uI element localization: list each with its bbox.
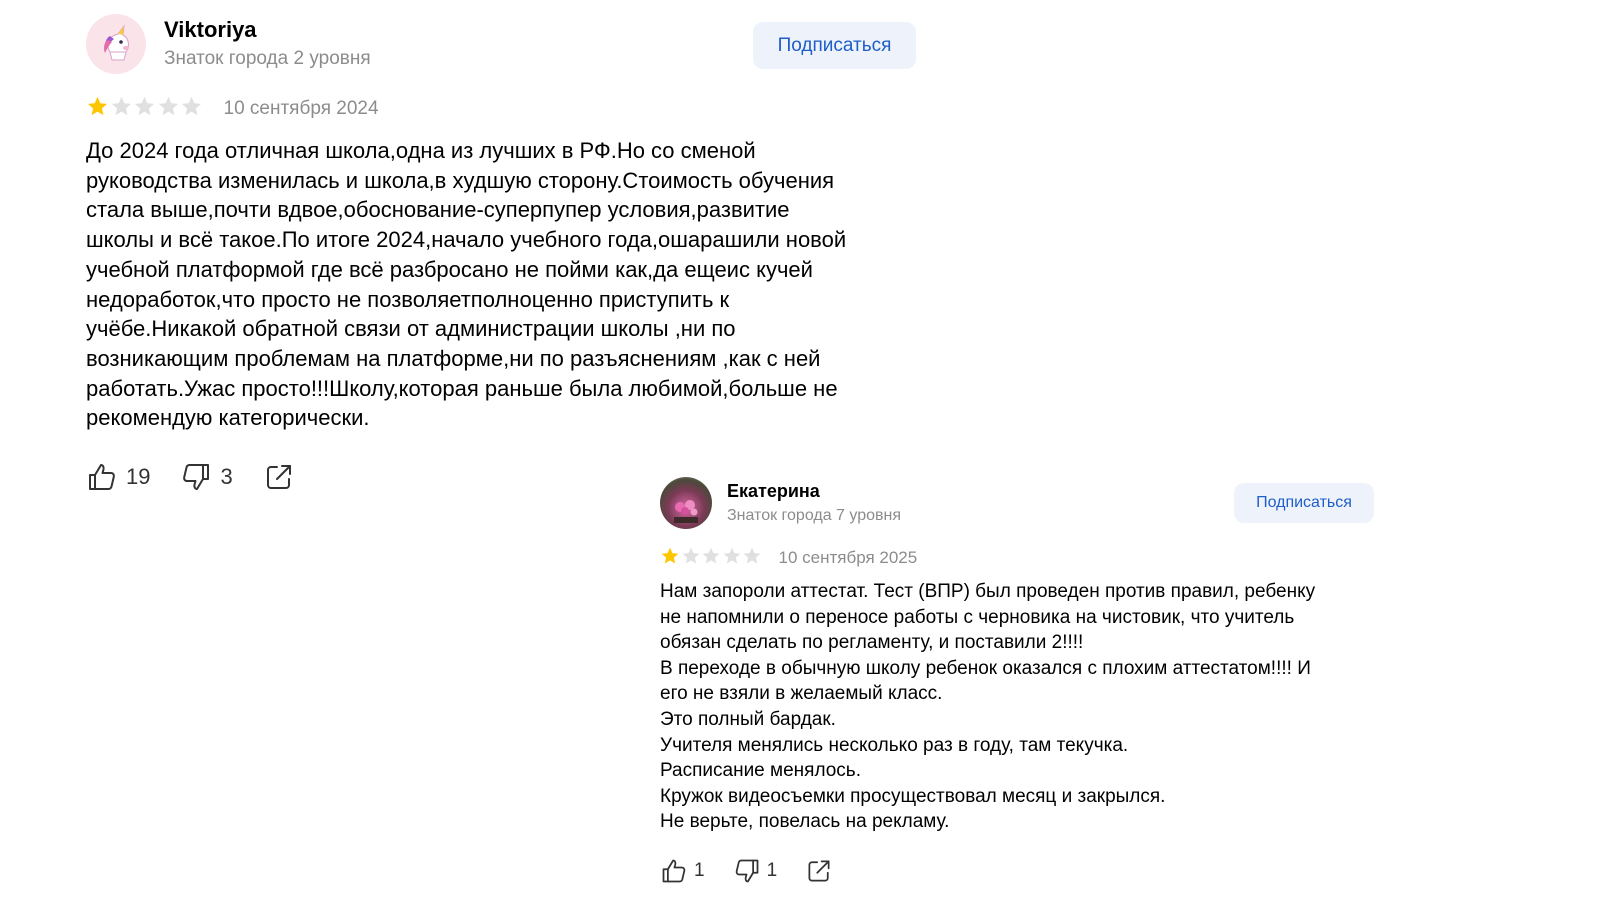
star-rating [86, 95, 204, 123]
subscribe-button[interactable]: Подписаться [753, 22, 916, 69]
subscribe-button[interactable]: Подписаться [1234, 483, 1374, 523]
star-icon [86, 95, 110, 123]
review-card: Viktoriya Знаток города 2 уровня Подписа… [86, 14, 926, 493]
star-icon [722, 546, 743, 571]
author-level: Знаток города 2 уровня [164, 48, 371, 69]
dislike-button[interactable]: 3 [180, 461, 233, 493]
share-button[interactable] [263, 461, 295, 493]
author-level: Знаток города 7 уровня [727, 507, 902, 524]
share-button[interactable] [805, 857, 833, 885]
dislike-button[interactable]: 1 [733, 857, 778, 885]
star-icon [660, 546, 681, 571]
share-icon [266, 465, 291, 490]
review-card: Екатерина Знаток города 7 уровня Подписа… [660, 477, 1380, 885]
like-button[interactable]: 1 [660, 857, 705, 885]
share-icon [808, 860, 830, 882]
star-icon [180, 95, 204, 123]
author-name[interactable]: Viktoriya [164, 15, 371, 45]
thumbs-up-icon [89, 464, 115, 491]
review-date: 10 сентября 2024 [223, 98, 379, 119]
star-icon [742, 546, 763, 571]
review-date: 10 сентября 2025 [778, 548, 918, 567]
avatar[interactable] [86, 14, 146, 74]
like-button[interactable]: 19 [86, 461, 150, 493]
avatar[interactable] [660, 477, 712, 529]
rating-row: 10 сентября 2024 [86, 94, 926, 124]
review-header: Екатерина Знаток города 7 уровня Подписа… [660, 477, 1380, 529]
review-text: До 2024 года отличная школа,одна из лучш… [86, 138, 847, 431]
thumbs-up-icon [662, 859, 686, 883]
rating-row: 10 сентября 2025 [660, 545, 1380, 571]
dislike-count: 3 [220, 464, 233, 490]
star-icon [701, 546, 722, 571]
thumbs-down-icon [183, 464, 210, 491]
like-count: 1 [694, 859, 705, 881]
author-name[interactable]: Екатерина [727, 478, 901, 504]
review-header: Viktoriya Знаток города 2 уровня Подписа… [86, 14, 926, 74]
thumbs-down-icon [735, 859, 758, 883]
star-rating [660, 546, 763, 571]
star-icon [133, 95, 157, 123]
star-icon [157, 95, 181, 123]
flowers-photo-icon [674, 500, 698, 523]
like-count: 19 [126, 464, 151, 490]
review-text: Нам запороли аттестат. Тест (ВПР) был пр… [660, 581, 1316, 833]
star-icon [681, 546, 702, 571]
unicorn-icon [104, 24, 129, 61]
review-actions: 1 1 [660, 857, 1380, 885]
star-icon [110, 95, 134, 123]
dislike-count: 1 [766, 859, 778, 881]
